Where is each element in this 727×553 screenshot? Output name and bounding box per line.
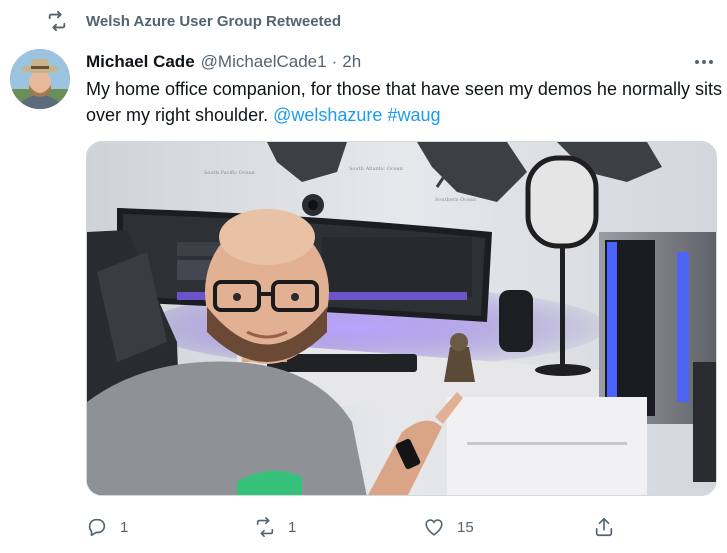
- retweet-context[interactable]: Welsh Azure User Group Retweeted: [46, 9, 341, 33]
- map-label: Southern Ocean: [435, 197, 477, 203]
- reply-icon: [88, 518, 106, 537]
- avatar-image: [10, 49, 70, 109]
- mention-link[interactable]: @welshazure: [273, 105, 382, 125]
- heart-icon: [425, 519, 443, 536]
- tweet-text: My home office companion, for those that…: [86, 76, 722, 128]
- reply-button[interactable]: 1: [86, 512, 128, 542]
- tweet-timestamp[interactable]: 2h: [342, 52, 361, 72]
- share-button[interactable]: [593, 512, 615, 542]
- tweet-header: Michael Cade @MichaelCade1 · 2h: [86, 50, 361, 74]
- retweet-button[interactable]: 1: [254, 512, 296, 542]
- tweet-actions: 1 1 15: [0, 512, 727, 542]
- separator-dot: ·: [331, 52, 338, 71]
- retweeted-by-label: Welsh Azure User Group Retweeted: [86, 12, 342, 30]
- photo-image: South Pacific Ocean South Atlantic Ocean…: [87, 142, 716, 495]
- like-count: 15: [457, 518, 474, 536]
- hashtag-link[interactable]: #waug: [387, 105, 440, 125]
- more-horizontal-icon[interactable]: [690, 52, 718, 72]
- retweet-icon: [48, 10, 66, 32]
- tweet-photo[interactable]: South Pacific Ocean South Atlantic Ocean…: [86, 141, 717, 496]
- share-icon: [595, 517, 613, 537]
- retweet-icon: [256, 517, 274, 537]
- author-handle[interactable]: @MichaelCade1: [201, 52, 327, 72]
- avatar[interactable]: [10, 49, 70, 109]
- map-label: South Pacific Ocean: [204, 170, 256, 176]
- like-button[interactable]: 15: [423, 512, 474, 542]
- map-label: South Atlantic Ocean: [349, 166, 404, 172]
- retweet-count: 1: [288, 518, 297, 536]
- author-name[interactable]: Michael Cade: [86, 52, 195, 72]
- reply-count: 1: [120, 518, 129, 536]
